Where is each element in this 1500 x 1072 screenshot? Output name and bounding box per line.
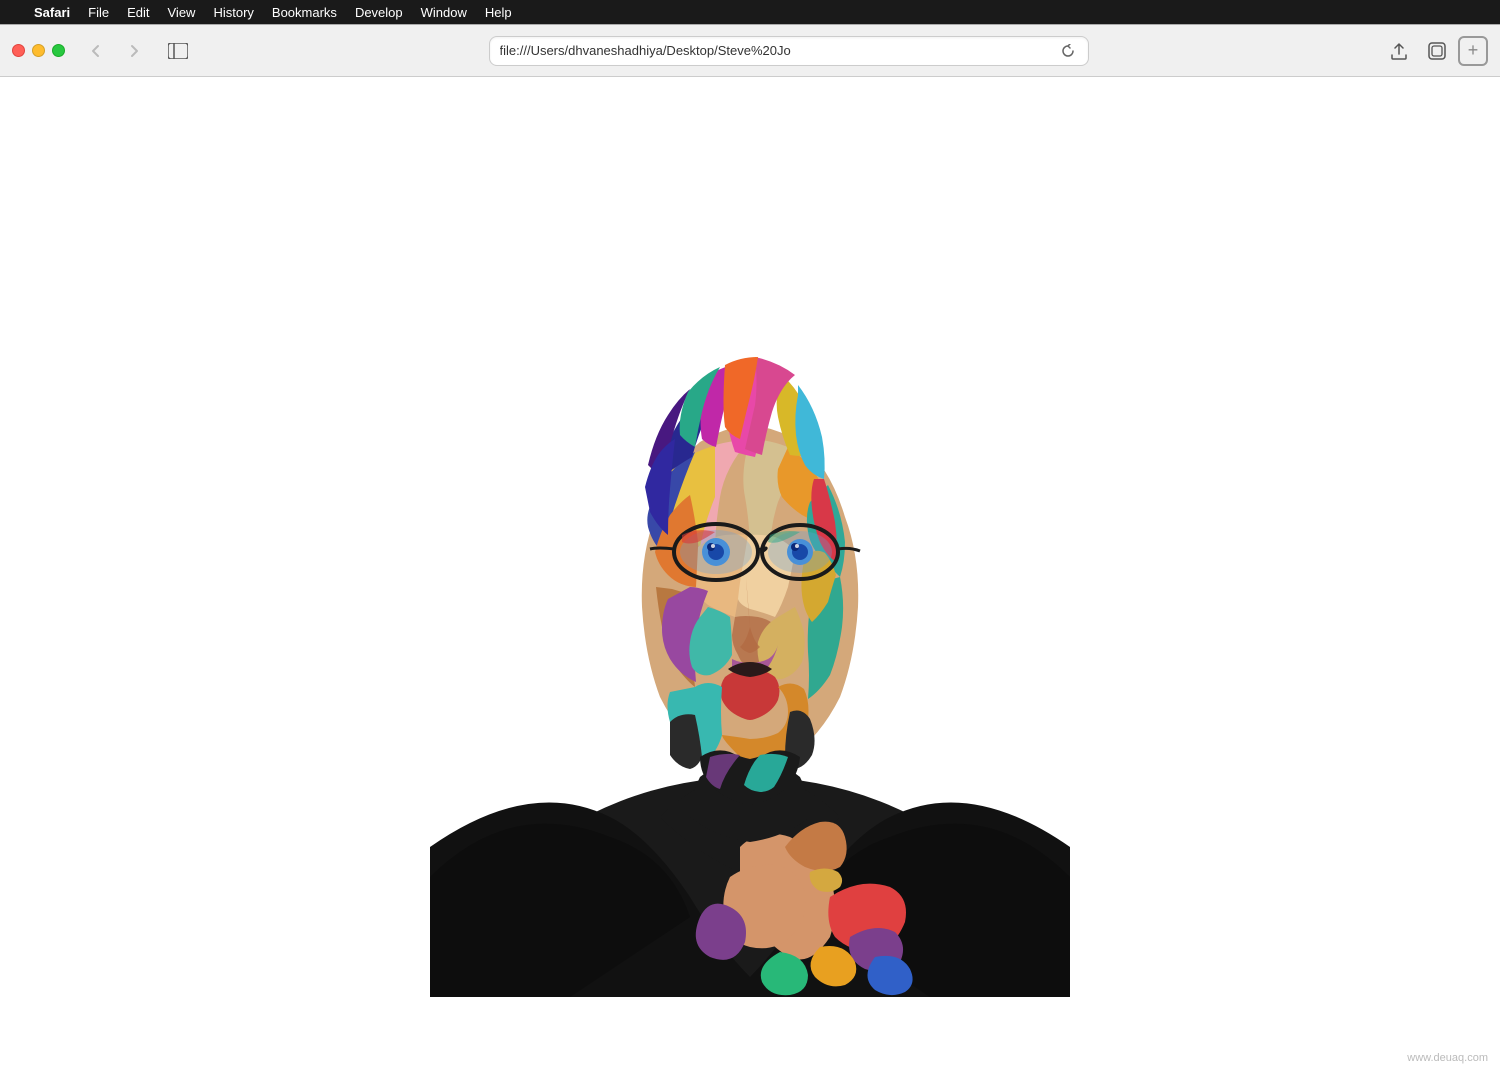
tab-overview-button[interactable] <box>1420 36 1454 66</box>
menu-history[interactable]: History <box>213 5 253 20</box>
url-bar[interactable]: file:///Users/dhvaneshadhiya/Desktop/Ste… <box>489 36 1089 66</box>
reload-button[interactable] <box>1058 41 1078 61</box>
content-area: www.deuaq.com <box>0 77 1500 1072</box>
menu-bookmarks[interactable]: Bookmarks <box>272 5 337 20</box>
toolbar: file:///Users/dhvaneshadhiya/Desktop/Ste… <box>0 25 1500 77</box>
menu-bar: Safari File Edit View History Bookmarks … <box>0 0 1500 24</box>
menu-edit[interactable]: Edit <box>127 5 149 20</box>
share-button[interactable] <box>1382 36 1416 66</box>
back-button[interactable] <box>81 36 111 66</box>
menu-file[interactable]: File <box>88 5 109 20</box>
safari-window: file:///Users/dhvaneshadhiya/Desktop/Ste… <box>0 24 1500 1072</box>
minimize-button[interactable] <box>32 44 45 57</box>
toolbar-right: + <box>1382 36 1488 66</box>
new-tab-button[interactable]: + <box>1458 36 1488 66</box>
forward-button[interactable] <box>119 36 149 66</box>
url-text: file:///Users/dhvaneshadhiya/Desktop/Ste… <box>500 43 1052 58</box>
menu-view[interactable]: View <box>168 5 196 20</box>
portrait-image <box>430 97 1070 997</box>
url-bar-container: file:///Users/dhvaneshadhiya/Desktop/Ste… <box>203 36 1374 66</box>
maximize-button[interactable] <box>52 44 65 57</box>
close-button[interactable] <box>12 44 25 57</box>
sidebar-toggle-button[interactable] <box>161 36 195 66</box>
watermark: www.deuaq.com <box>1407 1052 1488 1064</box>
menu-window[interactable]: Window <box>421 5 467 20</box>
menu-safari[interactable]: Safari <box>34 5 70 20</box>
menu-develop[interactable]: Develop <box>355 5 403 20</box>
menu-help[interactable]: Help <box>485 5 512 20</box>
traffic-lights <box>12 44 65 57</box>
